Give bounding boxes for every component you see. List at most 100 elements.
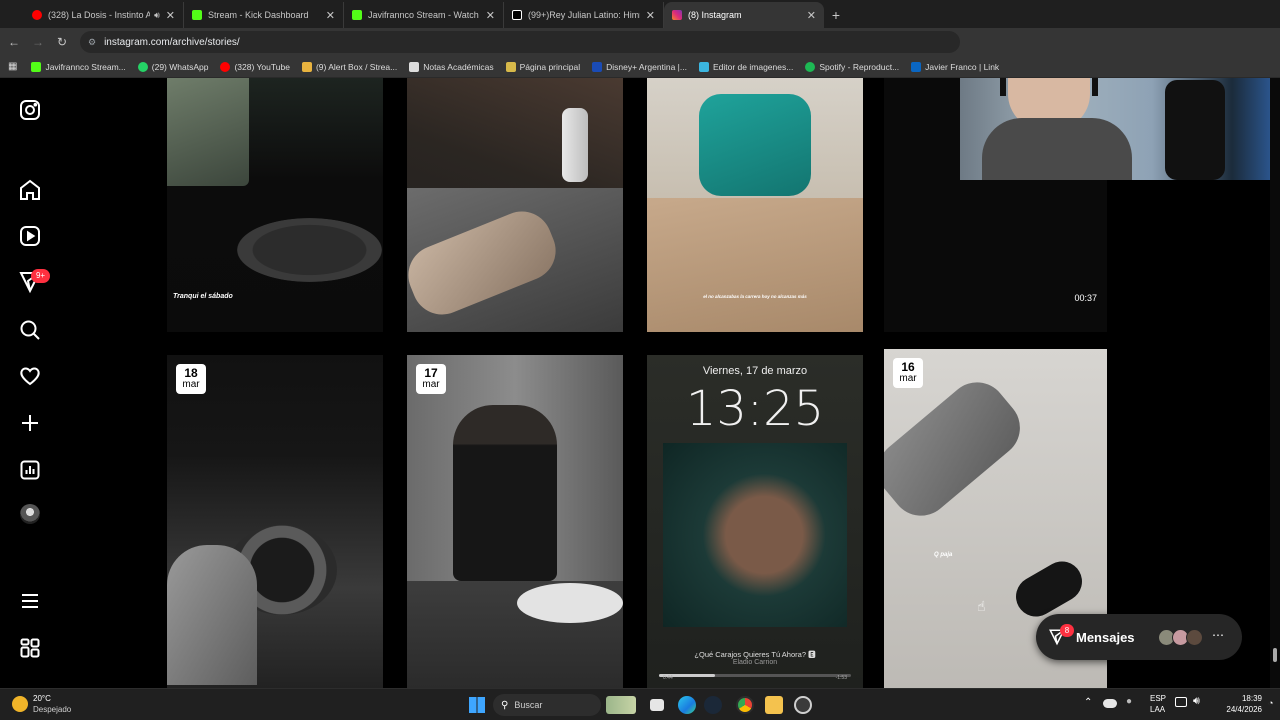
clock-date[interactable]: 24/4/2026: [1208, 705, 1262, 714]
plate-image: [237, 218, 382, 282]
insights-icon[interactable]: [18, 458, 42, 482]
home-page-icon: [505, 61, 516, 72]
bookmark-label: Editor de imagenes...: [712, 61, 794, 72]
menu-hamburger-icon[interactable]: [18, 589, 42, 613]
browser-tab[interactable]: Javifrannco Stream - Watch Live ✕: [344, 2, 504, 28]
search-icon: ⚲: [501, 699, 509, 711]
close-icon[interactable]: ✕: [166, 9, 175, 22]
clock-time[interactable]: 18:39: [1222, 694, 1262, 703]
story-thumbnail[interactable]: Tranqui el sábado: [167, 78, 383, 332]
bookmark[interactable]: (9) Alert Box / Strea...: [301, 61, 398, 72]
microphone-icon[interactable]: ●: [1126, 696, 1132, 707]
apps-grid-icon[interactable]: ▦: [8, 61, 17, 72]
streamlabs-icon: [301, 61, 312, 72]
date-day: 17: [424, 366, 438, 380]
edge-icon[interactable]: [678, 696, 696, 714]
also-from-meta-icon[interactable]: [18, 636, 42, 660]
bookmark-label: Disney+ Argentina |...: [606, 61, 687, 72]
bookmark[interactable]: Javier Franco | Link: [911, 61, 1000, 72]
bookmark[interactable]: Notas Académicas: [409, 61, 494, 72]
taskbar-search-box[interactable]: ⚲ Buscar: [493, 694, 601, 716]
language-indicator[interactable]: ESP: [1150, 694, 1166, 703]
spotify-icon: [805, 61, 816, 72]
lockscreen-time: 13:25: [685, 381, 825, 437]
more-options-icon[interactable]: ⋯: [1212, 628, 1224, 642]
task-view-icon[interactable]: [650, 699, 664, 711]
new-tab-button[interactable]: +: [824, 2, 848, 28]
browser-tab-bar: (328) La Dosis - Instinto An 🔊︎ ✕ Stream -…: [0, 0, 1280, 28]
search-icon[interactable]: [18, 318, 42, 342]
story-thumbnail[interactable]: 17 mar: [407, 355, 623, 688]
close-icon[interactable]: ✕: [486, 9, 495, 22]
bookmark[interactable]: (29) WhatsApp: [137, 61, 209, 72]
bookmark[interactable]: Spotify - Reproduct...: [805, 61, 899, 72]
bookmark[interactable]: Disney+ Argentina |...: [592, 61, 687, 72]
story-thumbnail[interactable]: Viernes, 17 de marzo 13:25 ¿Qué Carajos …: [647, 355, 863, 688]
language-layout[interactable]: LAA: [1150, 705, 1165, 714]
video-duration: 00:37: [1074, 293, 1097, 303]
onedrive-icon[interactable]: [1103, 699, 1117, 708]
story-thumbnail[interactable]: el no alcanzabas la carrera hoy no alcan…: [647, 78, 863, 332]
image-editor-icon: [698, 61, 709, 72]
story-thumbnail[interactable]: [407, 78, 623, 332]
back-arrow-icon[interactable]: ←: [2, 35, 26, 49]
weather-icon[interactable]: [12, 696, 28, 712]
kick-icon: [352, 10, 362, 20]
close-icon[interactable]: ✕: [326, 9, 335, 22]
browser-tab-active[interactable]: (8) Instagram ✕: [664, 2, 824, 28]
basin-image: [517, 583, 623, 623]
headphones: [1000, 78, 1098, 96]
whatsapp-icon: [137, 61, 148, 72]
notification-bell-icon[interactable]: ◔: [1268, 698, 1273, 708]
weather-description: Despejado: [33, 705, 72, 714]
windows-start-icon[interactable]: [469, 697, 485, 713]
date-day: 18: [184, 366, 198, 380]
story-caption: Q paja: [934, 552, 953, 558]
bookmark-label: (9) Alert Box / Strea...: [315, 61, 398, 72]
volume-icon[interactable]: 🔊︎: [1193, 695, 1200, 708]
bookmark-label: Javier Franco | Link: [925, 61, 1000, 72]
bookmark-label: (328) YouTube: [234, 61, 290, 72]
kick-icon: [31, 61, 42, 72]
instagram-archive-page: 9+ Tranqui el sábado el no alcanzabas la…: [0, 78, 1280, 688]
address-bar[interactable]: ⚙︎ instagram.com/archive/stories/: [80, 31, 960, 53]
bookmark[interactable]: Javifrannco Stream...: [31, 61, 126, 72]
browser-tab[interactable]: (99+)Rey Julian Latino: Himno ✕: [504, 2, 664, 28]
forward-arrow-icon[interactable]: →: [26, 35, 50, 49]
network-icon[interactable]: [1175, 697, 1187, 707]
bookmark[interactable]: Página principal: [505, 61, 580, 72]
bookmark-label: (29) WhatsApp: [151, 61, 209, 72]
bookmark-label: Javifrannco Stream...: [45, 61, 126, 72]
speaker-icon[interactable]: 🔊︎: [154, 10, 160, 21]
bookmark[interactable]: (328) YouTube: [220, 61, 290, 72]
instagram-logo-icon[interactable]: [18, 98, 42, 122]
site-info-icon[interactable]: ⚙︎: [88, 37, 96, 48]
page-scrollbar[interactable]: [1270, 78, 1280, 688]
chrome-icon[interactable]: [736, 696, 754, 714]
steam-icon[interactable]: [704, 696, 722, 714]
heart-icon[interactable]: [18, 364, 42, 388]
close-icon[interactable]: ✕: [807, 9, 816, 22]
profile-avatar-icon[interactable]: [20, 504, 40, 524]
lockscreen-date: Viernes, 17 de marzo: [702, 365, 808, 377]
scrollbar-thumb[interactable]: [1273, 648, 1277, 662]
browser-tab[interactable]: (328) La Dosis - Instinto An 🔊︎ ✕: [24, 2, 184, 28]
reload-icon[interactable]: ↻: [50, 35, 74, 49]
linkedin-icon: [911, 61, 922, 72]
create-plus-icon[interactable]: [18, 411, 42, 435]
bookmark[interactable]: Editor de imagenes...: [698, 61, 794, 72]
reels-icon[interactable]: [18, 224, 42, 248]
disney-icon: [592, 61, 603, 72]
messages-button[interactable]: 8 Mensajes ⋯: [1036, 614, 1242, 660]
person-body: [982, 118, 1132, 180]
obs-icon[interactable]: [794, 696, 812, 714]
browser-tab[interactable]: Stream - Kick Dashboard ✕: [184, 2, 344, 28]
close-icon[interactable]: ✕: [646, 9, 655, 22]
story-thumbnail[interactable]: 18 mar: [167, 355, 383, 688]
hand-image: [167, 545, 257, 685]
file-explorer-icon[interactable]: [765, 696, 783, 714]
home-icon[interactable]: [18, 178, 42, 202]
tab-title: (328) La Dosis - Instinto An: [48, 10, 151, 20]
show-hidden-icons[interactable]: ⌃: [1084, 697, 1092, 708]
widgets-icon[interactable]: [606, 696, 636, 714]
